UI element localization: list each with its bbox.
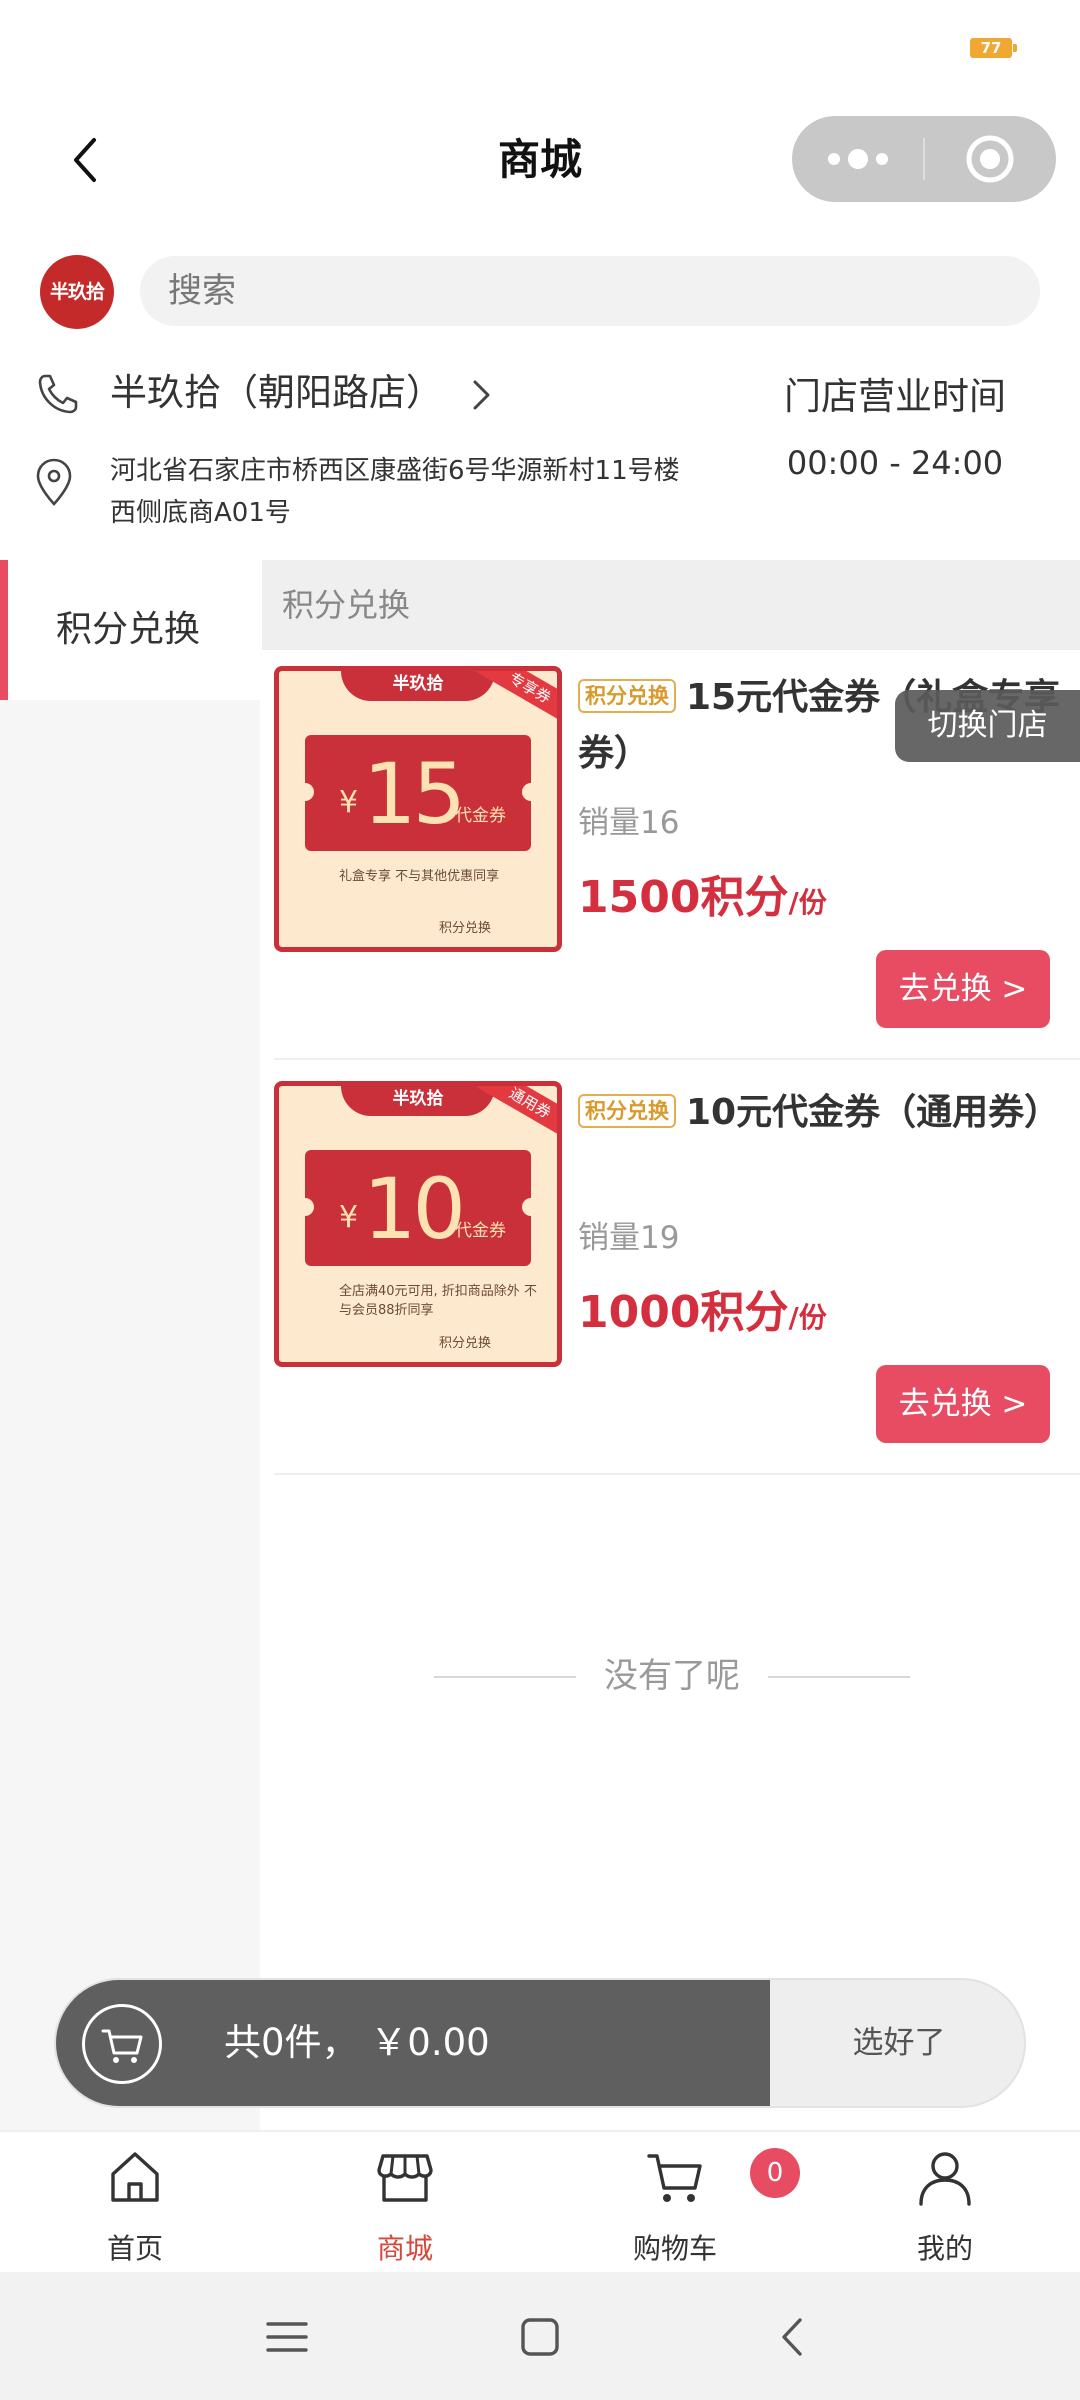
coupon-brand: 半玖拾 bbox=[341, 1086, 495, 1116]
store-logo: 半玖拾 bbox=[40, 255, 114, 329]
tab-cart[interactable]: 0 购物车 bbox=[540, 2132, 810, 2274]
mini-program-capsule bbox=[792, 116, 1056, 202]
product-title: 积分兑换 10元代金券（通用券） bbox=[578, 1085, 1068, 1141]
location-pin-icon bbox=[36, 458, 72, 506]
coupon-brand: 半玖拾 bbox=[341, 671, 495, 701]
product-title-text: 10元代金券（通用券） bbox=[686, 1092, 1061, 1133]
cart-icon bbox=[647, 2154, 702, 2202]
coupon-amount: 10 bbox=[363, 1160, 466, 1258]
cart-total: 共0件， ￥0.00 bbox=[224, 2021, 490, 2064]
tab-label: 首页 bbox=[106, 2232, 163, 2265]
battery-icon: 77 bbox=[970, 38, 1017, 58]
coupon-unit: 代金券 bbox=[455, 806, 506, 826]
tab-home[interactable]: 首页 bbox=[0, 2132, 270, 2274]
close-button[interactable] bbox=[925, 116, 1056, 202]
section-title: 积分兑换 bbox=[262, 560, 1080, 650]
product-tag: 积分兑换 bbox=[578, 1094, 676, 1128]
store-icon bbox=[377, 2154, 433, 2202]
phone-icon[interactable] bbox=[36, 372, 80, 416]
chevron-right-icon[interactable] bbox=[468, 378, 494, 412]
tab-store[interactable]: 商城 bbox=[270, 2132, 540, 2274]
home-icon bbox=[111, 2152, 159, 2202]
product-tag: 积分兑换 bbox=[578, 679, 676, 713]
redeem-button[interactable]: 去兑换 > bbox=[876, 950, 1050, 1028]
end-of-list-text: 没有了呢 bbox=[434, 1646, 910, 1706]
product-sales: 销量19 bbox=[578, 1220, 680, 1256]
coupon-ticket: ¥ 15 代金券 bbox=[296, 735, 540, 851]
menu-icon[interactable] bbox=[262, 2312, 312, 2362]
search-input[interactable]: 搜索 bbox=[140, 256, 1040, 326]
store-name[interactable]: 半玖拾（朝阳路店） bbox=[110, 368, 443, 418]
product-card[interactable]: 半玖拾 通用券 ¥ 10 代金券 全店满40元可用, 折扣商品除外 不与会员88… bbox=[274, 1065, 1080, 1475]
tab-bar: 首页 商城 0 购物车 我的 bbox=[0, 2130, 1080, 2272]
more-button[interactable] bbox=[792, 116, 924, 202]
tab-label: 我的 bbox=[916, 2232, 973, 2265]
product-price: 1000积分/份 bbox=[578, 1283, 827, 1352]
cart-count-badge: 0 bbox=[750, 2148, 800, 2198]
coupon-stamp: 积分兑换 bbox=[439, 1336, 492, 1351]
category-sidebar: 积分兑换 bbox=[0, 560, 260, 2130]
category-item-points-exchange[interactable]: 积分兑换 bbox=[0, 560, 260, 700]
system-navigation-bar bbox=[0, 2272, 1080, 2400]
coupon-note: 全店满40元可用, 折扣商品除外 不与会员88折同享 bbox=[339, 1284, 537, 1318]
switch-store-button[interactable]: 切换门店 bbox=[895, 690, 1080, 762]
redeem-button[interactable]: 去兑换 > bbox=[876, 1365, 1050, 1443]
checkout-button[interactable]: 选好了 bbox=[770, 1980, 1024, 2106]
user-icon bbox=[919, 2152, 971, 2206]
cart-icon bbox=[101, 2029, 143, 2063]
page: 77 商城 半玖拾 搜索 半玖拾（朝阳路店） 门店营业时间 00:00 - 24… bbox=[0, 0, 1080, 2400]
coupon-stamp: 积分兑换 bbox=[439, 921, 492, 936]
tab-label: 商城 bbox=[376, 2232, 433, 2265]
price-points: 1000积分 bbox=[578, 1287, 789, 1338]
logo-text: 半玖拾 bbox=[49, 281, 105, 303]
price-unit: /份 bbox=[788, 886, 827, 919]
coupon-unit: 代金券 bbox=[455, 1221, 506, 1241]
coupon-image: 半玖拾 通用券 ¥ 10 代金券 全店满40元可用, 折扣商品除外 不与会员88… bbox=[274, 1081, 562, 1367]
coupon-image: 半玖拾 专享券 ¥ 15 代金券 礼盒专享 不与其他优惠同享 积分兑换 bbox=[274, 666, 562, 952]
cart-button[interactable] bbox=[82, 2004, 162, 2084]
price-unit: /份 bbox=[788, 1301, 827, 1334]
target-icon bbox=[966, 135, 1014, 183]
store-address: 河北省石家庄市桥西区康盛街6号华源新村11号楼西侧底商A01号 bbox=[110, 456, 680, 528]
product-sales: 销量16 bbox=[578, 805, 680, 841]
category-label: 积分兑换 bbox=[56, 609, 201, 650]
cart-bar: 共0件， ￥0.00 选好了 bbox=[54, 1978, 1026, 2108]
coupon-note: 礼盒专享 不与其他优惠同享 bbox=[339, 869, 500, 884]
coupon-ticket: ¥ 10 代金券 bbox=[296, 1150, 540, 1266]
business-hours-value: 00:00 - 24:00 bbox=[786, 444, 1004, 482]
cart-summary[interactable]: 共0件， ￥0.00 bbox=[56, 1980, 770, 2106]
back-triangle-icon[interactable] bbox=[768, 2312, 818, 2362]
tab-label: 购物车 bbox=[632, 2232, 717, 2265]
tab-profile[interactable]: 我的 bbox=[810, 2132, 1080, 2274]
coupon-amount: 15 bbox=[363, 745, 466, 843]
business-hours-title: 门店营业时间 bbox=[784, 375, 1006, 418]
coupon-ribbon: 专享券 bbox=[475, 671, 557, 727]
coupon-currency: ¥ bbox=[339, 1200, 359, 1235]
home-square-icon[interactable] bbox=[515, 2312, 565, 2362]
coupon-ribbon: 通用券 bbox=[475, 1086, 557, 1142]
more-dots-icon bbox=[828, 149, 888, 169]
coupon-currency: ¥ bbox=[339, 785, 359, 820]
product-price: 1500积分/份 bbox=[578, 868, 827, 937]
price-points: 1500积分 bbox=[578, 872, 789, 923]
